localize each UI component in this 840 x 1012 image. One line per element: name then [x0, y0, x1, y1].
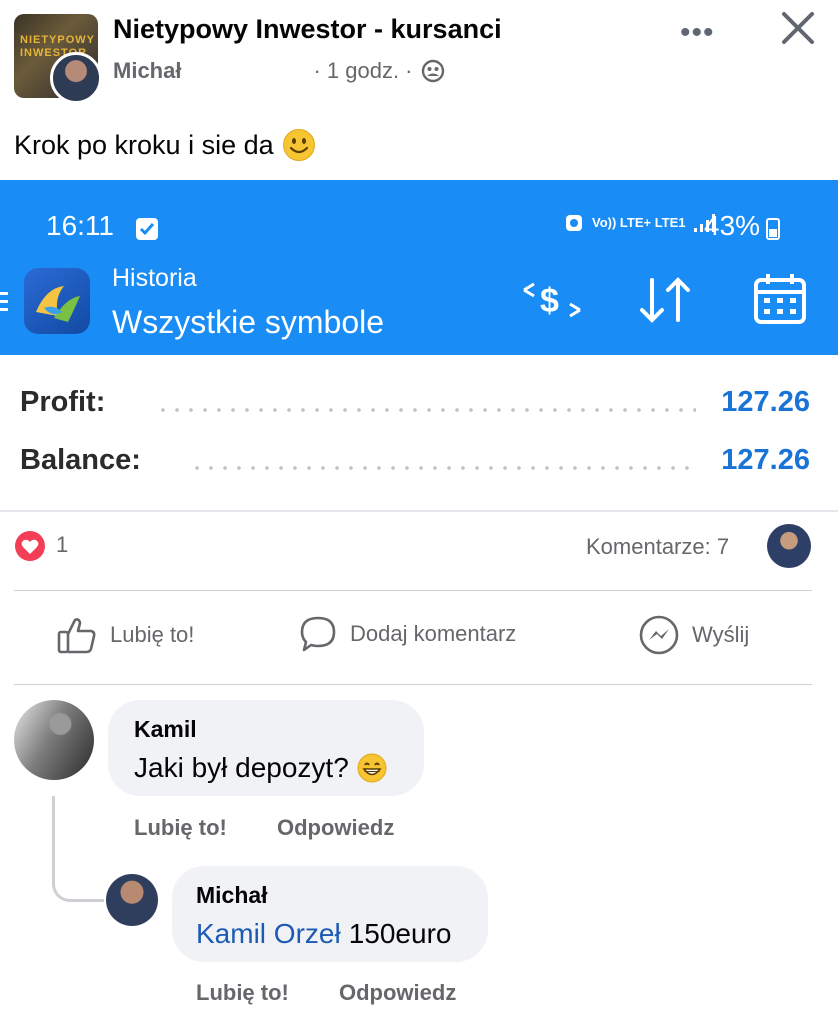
menu-icon[interactable] [0, 292, 8, 316]
comment-text: Jaki był depozyt? [134, 752, 387, 784]
screen-subtitle: Historia [112, 264, 197, 292]
comment-avatar[interactable] [14, 700, 94, 780]
comment-button-label: Dodaj komentarz [350, 621, 517, 646]
grinning-face-emoji-icon [357, 753, 387, 783]
metatrader-logo-icon [24, 268, 90, 334]
status-time: 16:11 [46, 210, 114, 241]
calendar-icon[interactable] [752, 270, 808, 326]
post-header: NIETYPOWY INWESTOR Nietypowy Inwestor - … [0, 0, 840, 110]
battery-icon [766, 218, 780, 240]
profit-row: Profit: 127.26 [20, 386, 810, 426]
comment-author[interactable]: Kamil [134, 716, 197, 743]
svg-text:$: $ [540, 282, 559, 320]
comment-text-content: Jaki był depozyt? [134, 752, 349, 783]
reply-reply-link[interactable]: Odpowiedz [339, 980, 456, 1006]
post-actions: Lubię to! Dodaj komentarz Wyślij [0, 600, 840, 676]
send-button-label: Wyślij [692, 622, 750, 647]
author-line: Michał · 1 godz. · [113, 58, 445, 84]
status-icons: Vo)) LTE+ LTE1 [564, 210, 722, 234]
love-reaction-icon[interactable] [14, 530, 46, 562]
reply-avatar[interactable] [106, 874, 158, 926]
reactions-bar: 1 Komentarze: 7 [0, 522, 840, 572]
comment-button[interactable]: Dodaj komentarz [298, 614, 516, 654]
dotted-leader [190, 466, 696, 470]
reply-author[interactable]: Michał [196, 882, 268, 909]
commenter-avatar[interactable] [767, 524, 811, 568]
balance-label: Balance: [20, 444, 141, 476]
mention-link[interactable]: Kamil Orzeł [196, 918, 341, 950]
like-button[interactable]: Lubię to! [56, 614, 194, 656]
author-avatar[interactable] [50, 52, 102, 104]
dotted-leader [156, 408, 696, 412]
battery-level: 43% [704, 210, 761, 241]
comment-like-link[interactable]: Lubię to! [134, 815, 227, 841]
post-time[interactable]: · 1 godz. · [313, 58, 412, 84]
post-text: Krok po kroku i sie da [14, 128, 316, 162]
network-label: Vo)) LTE+ LTE1 [592, 214, 686, 230]
sort-icon[interactable] [636, 276, 696, 324]
divider [14, 684, 812, 685]
reply-thread-line [52, 796, 104, 902]
comment-count[interactable]: Komentarze: 7 [586, 534, 729, 560]
reply-like-link[interactable]: Lubię to! [196, 980, 289, 1006]
reaction-count[interactable]: 1 [56, 532, 68, 558]
app-top-bar: 16:11 Vo)) LTE+ LTE1 43% Historia Wszyst… [0, 180, 838, 355]
comment-bubble: Kamil Jaki był depozyt? [108, 700, 424, 796]
author-name[interactable]: Michał [113, 58, 181, 84]
screen-title: Wszystkie symbole [112, 304, 385, 340]
members-privacy-icon [421, 59, 444, 83]
alarm-icon [566, 215, 582, 231]
close-icon[interactable] [778, 8, 818, 48]
currency-exchange-icon[interactable]: $ [520, 280, 584, 320]
messenger-icon [639, 615, 679, 655]
smiling-face-emoji-icon [282, 129, 315, 161]
reply-text-content: 150euro [348, 918, 452, 949]
comment-reply-link[interactable]: Odpowiedz [277, 815, 394, 841]
balance-row: Balance: 127.26 [20, 444, 810, 484]
post-text-content: Krok po kroku i sie da [14, 129, 274, 160]
comment-icon [300, 616, 336, 652]
notification-check-icon [136, 218, 158, 240]
divider [14, 590, 812, 591]
post-image[interactable]: 16:11 Vo)) LTE+ LTE1 43% Historia Wszyst… [0, 180, 838, 512]
profit-value: 127.26 [721, 386, 810, 418]
group-name[interactable]: Nietypowy Inwestor - kursanci [113, 14, 502, 45]
send-button[interactable]: Wyślij [638, 614, 749, 656]
reply-bubble: Michał Kamil Orzeł 150euro [172, 866, 488, 962]
reply-text: Kamil Orzeł 150euro [196, 918, 451, 950]
thumbs-up-icon [57, 618, 96, 654]
balance-value: 127.26 [721, 444, 810, 476]
like-button-label: Lubię to! [110, 622, 195, 647]
more-horizontal-icon[interactable]: ••• [680, 16, 715, 50]
profit-label: Profit: [20, 386, 106, 418]
